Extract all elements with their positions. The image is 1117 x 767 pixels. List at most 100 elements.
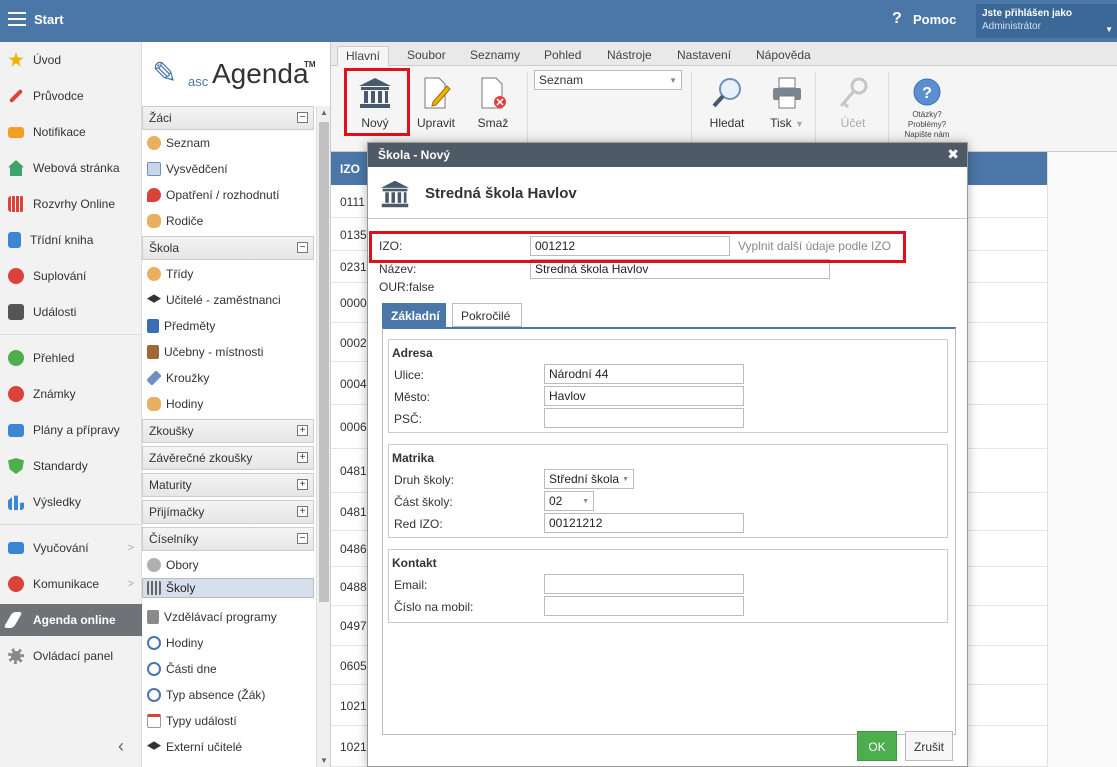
- sidebar-item-vysvedceni[interactable]: Vysvědčení: [142, 156, 314, 182]
- sidebar-item-predmety[interactable]: Předměty: [142, 313, 314, 339]
- sidebar-item-hodiny-skola[interactable]: Hodiny: [142, 391, 314, 417]
- sidebar-item-rodice[interactable]: Rodiče: [142, 208, 314, 234]
- nav-item-udalosti[interactable]: Události: [0, 299, 142, 325]
- start-title[interactable]: Start: [34, 12, 64, 27]
- section-zaci[interactable]: Žáci −: [142, 106, 314, 130]
- street-label: Ulice:: [394, 368, 425, 382]
- expand-plus-icon[interactable]: +: [297, 452, 308, 463]
- sidebar-item-externi-ucitele[interactable]: Externí učitelé: [142, 734, 314, 760]
- sidebar-item-opatreni[interactable]: Opatření / rozhodnutí: [142, 182, 314, 208]
- sidebar-item-ucebny[interactable]: Učebny - místnosti: [142, 339, 314, 365]
- sidebar-item-skoly[interactable]: Školy: [142, 578, 314, 598]
- ok-button[interactable]: OK: [857, 731, 897, 761]
- tab-nastaveni[interactable]: Nastavení: [669, 46, 739, 66]
- nav-item-tridni-kniha[interactable]: Třídní kniha: [0, 227, 142, 253]
- school-type-select[interactable]: Střední škola ▼: [544, 469, 634, 489]
- delete-button[interactable]: Smaž: [471, 76, 515, 130]
- tab-pohled[interactable]: Pohled: [536, 46, 589, 66]
- find-button[interactable]: Hledat: [703, 76, 751, 130]
- sidebar-item-ucitele[interactable]: Učitelé - zaměstnanci: [142, 287, 314, 313]
- check-icon: [8, 350, 24, 366]
- school-part-select[interactable]: 02 ▼: [544, 491, 594, 511]
- chevron-down-icon: ▼: [1105, 25, 1113, 34]
- tab-soubor[interactable]: Soubor: [399, 46, 454, 66]
- section-zkousky[interactable]: Zkoušky +: [142, 419, 314, 443]
- zip-field[interactable]: [544, 408, 744, 428]
- collapse-minus-icon[interactable]: −: [297, 112, 308, 123]
- sidebar-item-typ-absence[interactable]: Typ absence (Žák): [142, 682, 314, 708]
- registry-group: Matrika Druh školy: Střední škola ▼ Část…: [388, 444, 948, 538]
- sidebar-item-obory[interactable]: Obory: [142, 552, 314, 578]
- hamburger-menu-icon[interactable]: [8, 12, 26, 26]
- sidebar-item-typy-udalosti[interactable]: Typy událostí: [142, 708, 314, 734]
- collapse-minus-icon[interactable]: −: [297, 242, 308, 253]
- tab-zakladni[interactable]: Základní: [382, 303, 446, 327]
- nav-label: Suplování: [33, 269, 87, 283]
- nav-item-uvod[interactable]: Úvod: [0, 47, 142, 73]
- collapse-minus-icon[interactable]: −: [297, 533, 308, 544]
- email-field[interactable]: [544, 574, 744, 594]
- nav-item-ovladaci-panel[interactable]: Ovládací panel: [0, 643, 142, 669]
- nav-item-plany[interactable]: Plány a přípravy: [0, 417, 142, 443]
- sidebar-item-label: Typ absence (Žák): [166, 688, 266, 702]
- sidebar-item-tridy[interactable]: Třídy: [142, 261, 314, 287]
- section-prijimacky[interactable]: Přijímačky +: [142, 500, 314, 524]
- expand-plus-icon[interactable]: +: [297, 425, 308, 436]
- scroll-up-icon[interactable]: ▲: [320, 108, 328, 117]
- nav-item-agenda-online[interactable]: Agenda online: [0, 604, 142, 636]
- section-zaverecne-zkousky[interactable]: Závěrečné zkoušky +: [142, 446, 314, 470]
- nav-item-webova-stranka[interactable]: Webová stránka: [0, 155, 142, 181]
- print-button[interactable]: Tisk ▼: [761, 76, 813, 130]
- cancel-button[interactable]: Zrušit: [905, 731, 953, 761]
- help-button[interactable]: Pomoc: [913, 12, 956, 27]
- mobile-field[interactable]: [544, 596, 744, 616]
- section-ciselniky[interactable]: Číselníky −: [142, 527, 314, 551]
- street-field[interactable]: Národní 44: [544, 364, 744, 384]
- edit-button[interactable]: Upravit: [413, 76, 459, 130]
- tab-seznamy[interactable]: Seznamy: [462, 46, 528, 66]
- nav-item-suplovani[interactable]: Suplování: [0, 263, 142, 289]
- table-cell-izo: 0488: [340, 580, 367, 594]
- nav-item-vyucovani[interactable]: Vyučování >: [0, 535, 142, 561]
- nav-item-znamky[interactable]: Známky: [0, 381, 142, 407]
- nav-item-vysledky[interactable]: Výsledky: [0, 489, 142, 515]
- scroll-down-icon[interactable]: ▼: [320, 756, 328, 765]
- expand-plus-icon[interactable]: +: [297, 479, 308, 490]
- user-menu[interactable]: Jste přihlášen jako Administrátor ▼: [976, 4, 1117, 38]
- collapse-chevron-icon[interactable]: ‹: [118, 736, 124, 757]
- table-cell-izo: 0497: [340, 619, 367, 633]
- tab-napoveda[interactable]: Nápověda: [748, 46, 819, 66]
- nav-item-komunikace[interactable]: Komunikace >: [0, 571, 142, 597]
- asc-agenda-logo: ✎ asc Agenda TM: [152, 54, 322, 94]
- close-icon[interactable]: ✖: [947, 146, 959, 163]
- expand-plus-icon[interactable]: +: [297, 506, 308, 517]
- sidebar-item-label: Učebny - místnosti: [164, 345, 264, 359]
- city-field[interactable]: Havlov: [544, 386, 744, 406]
- chevron-down-icon[interactable]: ▼: [795, 119, 804, 129]
- nav-item-pruvodce[interactable]: Průvodce: [0, 83, 142, 109]
- nav-item-rozvrhy[interactable]: Rozvrhy Online: [0, 191, 142, 217]
- help-icon[interactable]: ?: [892, 10, 902, 28]
- sidebar-item-vzdelavaci-programy[interactable]: Vzdělávací programy: [142, 604, 314, 630]
- red-izo-field[interactable]: 00121212: [544, 513, 744, 533]
- sidebar-item-seznam[interactable]: Seznam: [142, 130, 314, 156]
- tab-nastroje[interactable]: Nástroje: [599, 46, 660, 66]
- scrollbar-thumb[interactable]: [319, 122, 329, 602]
- sidebar-item-hodiny[interactable]: Hodiny: [142, 630, 314, 656]
- account-button-label: Účet: [840, 116, 866, 130]
- delete-button-label: Smaž: [477, 116, 509, 130]
- sidebar-scrollbar[interactable]: ▲ ▼: [316, 106, 330, 767]
- logo-asc: asc: [188, 74, 209, 89]
- nav-item-standardy[interactable]: Standardy: [0, 453, 142, 479]
- section-maturity[interactable]: Maturity +: [142, 473, 314, 497]
- account-button[interactable]: Účet: [829, 76, 877, 130]
- tab-pokrocile[interactable]: Pokročilé: [452, 303, 522, 327]
- support-button[interactable]: ? Otázky? Problémy? Napište nám: [891, 78, 963, 140]
- nav-item-notifikace[interactable]: Notifikace: [0, 119, 142, 145]
- sidebar-item-krouzky[interactable]: Kroužky: [142, 365, 314, 391]
- tab-hlavni[interactable]: Hlavní: [337, 46, 390, 66]
- nav-item-prehled[interactable]: Přehled: [0, 345, 142, 371]
- sidebar-item-casti-dne[interactable]: Části dne: [142, 656, 314, 682]
- list-select[interactable]: Seznam ▼: [534, 70, 682, 90]
- section-skola[interactable]: Škola −: [142, 236, 314, 260]
